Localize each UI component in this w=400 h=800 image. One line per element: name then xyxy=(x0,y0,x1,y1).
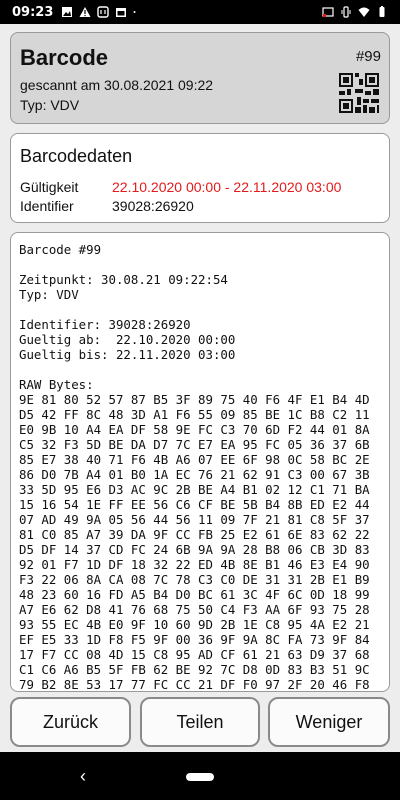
status-notification-icons xyxy=(61,6,139,18)
raw-data-card[interactable]: Barcode #99 Zeitpunkt: 30.08.21 09:22:54… xyxy=(10,232,390,692)
cast-icon xyxy=(322,7,334,17)
section-title: Barcodedaten xyxy=(20,146,133,166)
page-title: Barcode xyxy=(20,45,109,70)
identifier-value: 39028:26920 xyxy=(112,198,194,214)
barcode-number: #99 xyxy=(355,48,381,65)
validity-label: Gültigkeit xyxy=(20,179,79,195)
barcode-header-card: Barcode #99 gescannt am 30.08.2021 09:22… xyxy=(10,32,390,124)
navigation-bar: ‹ xyxy=(0,752,400,800)
nfc-icon xyxy=(97,6,110,18)
identifier-label: Identifier xyxy=(20,198,74,214)
calendar-icon xyxy=(116,8,127,17)
validity-value: 22.10.2020 00:00 - 22.11.2020 03:00 xyxy=(112,179,342,195)
scan-timestamp: gescannt am 30.08.2021 09:22 xyxy=(20,77,214,93)
warning-icon xyxy=(79,7,91,17)
barcode-type: Typ: VDV xyxy=(20,97,80,113)
back-button[interactable]: Zurück xyxy=(10,697,131,747)
status-bar: 09:23 xyxy=(0,0,400,24)
share-button[interactable]: Teilen xyxy=(140,697,260,747)
nav-home-pill[interactable] xyxy=(186,773,214,781)
dot-icon xyxy=(133,11,136,13)
status-time: 09:23 xyxy=(12,4,54,20)
status-system-icons xyxy=(322,6,388,18)
battery-icon xyxy=(379,6,385,17)
image-icon xyxy=(62,7,73,17)
wifi-icon xyxy=(358,7,370,17)
nav-back-icon[interactable]: ‹ xyxy=(80,766,86,787)
vibrate-icon xyxy=(341,6,351,18)
barcode-data-card: Barcodedaten Gültigkeit 22.10.2020 00:00… xyxy=(10,133,390,223)
raw-data-text: Barcode #99 Zeitpunkt: 30.08.21 09:22:54… xyxy=(19,242,370,692)
less-button[interactable]: Weniger xyxy=(268,697,390,747)
qr-code-icon xyxy=(339,73,379,113)
